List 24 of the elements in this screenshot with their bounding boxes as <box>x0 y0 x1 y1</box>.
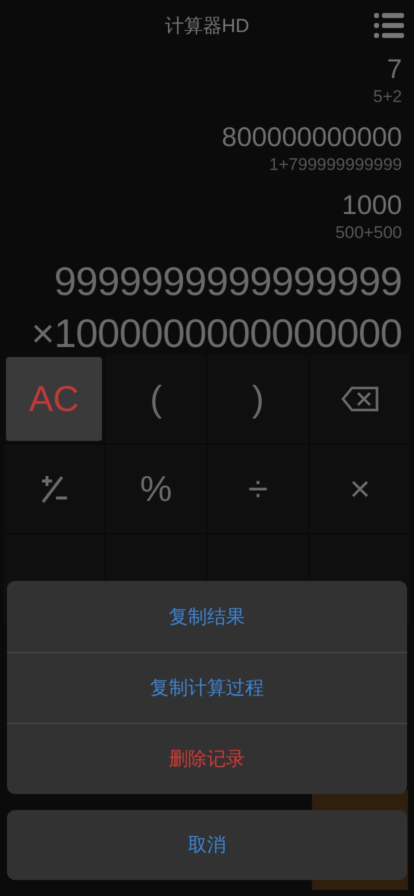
history-result[interactable]: 1000 <box>342 188 402 222</box>
history-result[interactable]: 7 <box>386 52 402 86</box>
key-button[interactable]: × <box>310 445 410 533</box>
plus-minus-icon <box>40 474 68 504</box>
sheet-option[interactable]: 复制结果 <box>7 581 407 652</box>
key-button[interactable] <box>4 445 104 533</box>
sheet-option[interactable]: 删除记录 <box>7 723 407 794</box>
key-button[interactable]: ÷ <box>208 445 308 533</box>
key-button[interactable]: AC <box>6 357 102 441</box>
cancel-button[interactable]: 取消 <box>7 810 407 880</box>
backspace-icon <box>341 386 379 412</box>
sheet-option[interactable]: 复制计算过程 <box>7 652 407 723</box>
key-button[interactable] <box>310 355 410 443</box>
app-title: 计算器HD <box>164 15 250 39</box>
key-button[interactable]: ( <box>106 355 206 443</box>
history-result[interactable]: 800000000000 <box>222 120 402 154</box>
key-button[interactable]: % <box>106 445 206 533</box>
history-expression: 1+799999999999 <box>269 154 402 176</box>
history-expression: 5+2 <box>373 86 402 108</box>
current-expression: 9999999999999999 <box>54 259 402 306</box>
current-expression: ×1000000000000000 <box>31 311 402 358</box>
list-icon[interactable] <box>374 12 404 40</box>
key-button[interactable]: ) <box>208 355 308 443</box>
history-expression: 500+500 <box>335 222 402 244</box>
